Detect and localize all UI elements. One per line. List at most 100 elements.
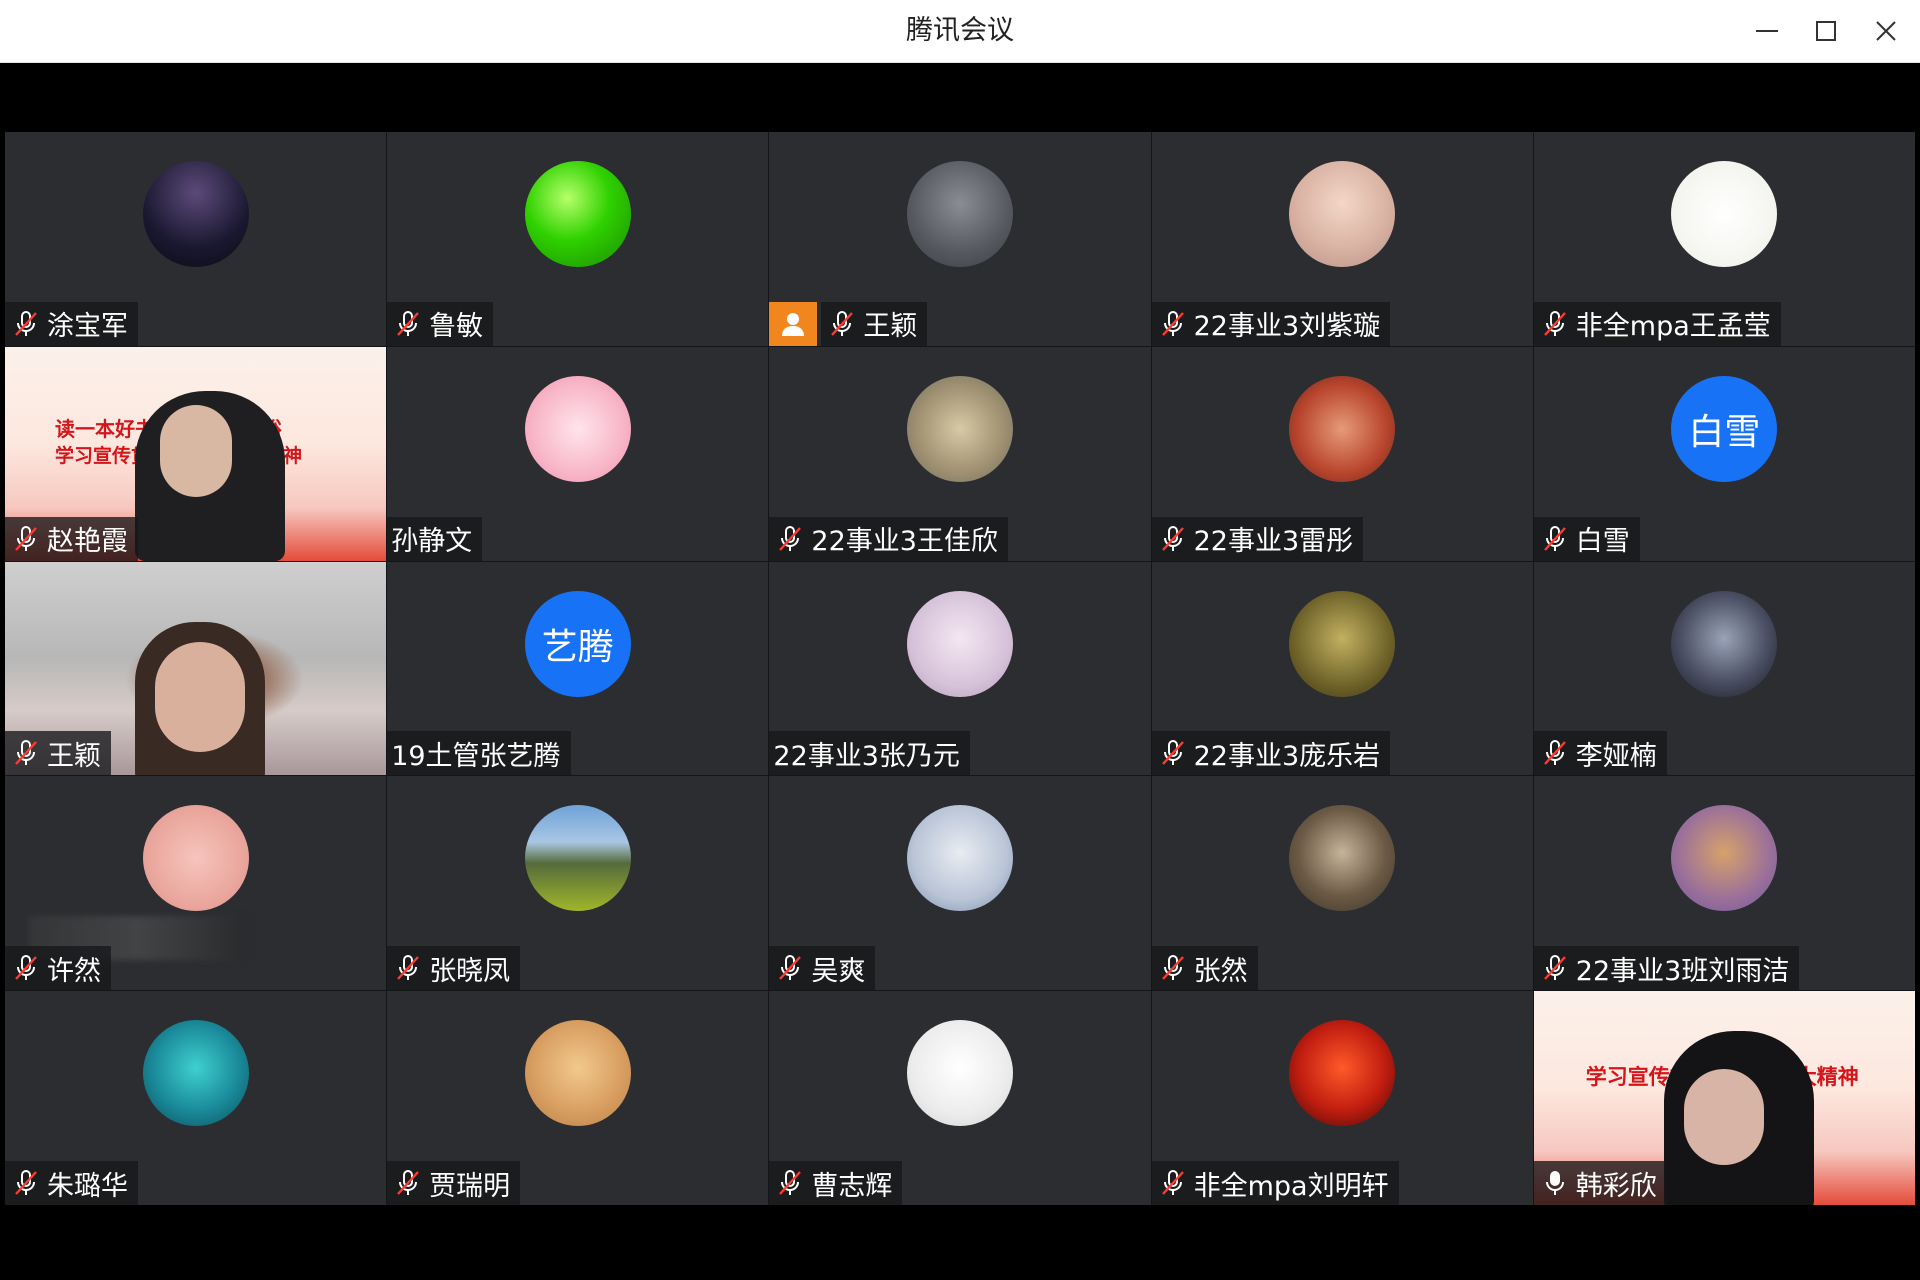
participant-name: 王颖 <box>863 311 918 343</box>
microphone-muted-icon <box>393 1168 423 1198</box>
avatar <box>1289 805 1396 912</box>
participant-tile[interactable]: 鲁敏 <box>387 132 769 346</box>
participant-nameplate: 非全mpa刘明轩 <box>1151 1161 1399 1205</box>
avatar <box>142 161 249 267</box>
participant-tile[interactable]: 白雪 白雪 <box>1533 346 1915 561</box>
participant-tile[interactable]: 学习宣传贯彻党的二十大精神韩彩欣 <box>1533 991 1915 1205</box>
participant-grid: 涂宝军鲁敏王颖22事业3刘紫璇非全mpa王孟莹读一本好书 走进共同富裕学习宣传贯… <box>5 132 1915 1205</box>
participant-name: 22事业3班刘雨洁 <box>1575 955 1790 987</box>
minimize-icon <box>1756 30 1778 32</box>
participant-tile[interactable]: 22事业3雷彤 <box>1151 346 1533 561</box>
avatar <box>1671 590 1778 697</box>
avatar <box>906 805 1013 912</box>
avatar <box>142 1020 249 1127</box>
microphone-muted-icon <box>1540 738 1570 768</box>
participant-name: 王颖 <box>47 740 101 772</box>
participant-tile[interactable]: 张然 <box>1151 776 1533 991</box>
microphone-muted-icon <box>827 309 857 339</box>
host-badge <box>769 301 818 346</box>
participant-nameplate: 张晓凤 <box>387 946 521 991</box>
participant-nameplate: 许然 <box>5 946 111 991</box>
participant-tile[interactable]: 许然 <box>5 776 387 991</box>
participant-nameplate: 鲁敏 <box>387 301 494 346</box>
participant-tile[interactable]: 读一本好书 走进共同富裕学习宣传贯彻党的二十大精神赵艳霞 <box>5 346 387 561</box>
minimize-button[interactable] <box>1747 11 1787 51</box>
participant-tile[interactable]: 王颖 <box>5 561 387 776</box>
participant-name: 22事业3庞乐岩 <box>1193 740 1381 772</box>
microphone-icon <box>1540 1168 1570 1198</box>
microphone-muted-icon <box>1540 309 1570 339</box>
participant-name: 白雪 <box>1575 526 1630 558</box>
participant-tile[interactable]: 22事业3庞乐岩 <box>1151 561 1533 776</box>
participant-nameplate: 朱璐华 <box>5 1161 138 1205</box>
participant-nameplate: 非全mpa王孟莹 <box>1533 301 1781 346</box>
participant-tile[interactable]: 22事业3张乃元 <box>769 561 1151 776</box>
participant-name: 非全mpa刘明轩 <box>1193 1170 1389 1202</box>
participant-name: 22事业3王佳欣 <box>811 526 998 558</box>
avatar <box>1289 590 1396 697</box>
participant-tile[interactable]: 王颖 <box>769 132 1151 346</box>
maximize-button[interactable] <box>1806 11 1846 51</box>
avatar <box>1289 161 1396 267</box>
participant-tile[interactable]: 艺腾 19土管张艺腾 <box>387 561 769 776</box>
microphone-muted-icon <box>1158 1168 1188 1198</box>
participant-tile[interactable]: 朱璐华 <box>5 991 387 1205</box>
participant-tile[interactable]: 贾瑞明 <box>387 991 769 1205</box>
participant-tile[interactable]: 22事业3刘紫璇 <box>1151 132 1533 346</box>
participant-name: 韩彩欣 <box>1575 1170 1657 1202</box>
participant-tile[interactable]: 非全mpa王孟莹 <box>1533 132 1915 346</box>
participant-nameplate: 22事业3张乃元 <box>769 731 970 776</box>
window-title: 腾讯会议 <box>906 15 1014 46</box>
microphone-muted-icon <box>1540 524 1570 554</box>
participant-name: 22事业3张乃元 <box>773 740 960 772</box>
avatar <box>906 375 1013 482</box>
close-button[interactable] <box>1866 11 1906 51</box>
avatar <box>1289 375 1396 482</box>
participant-tile[interactable]: 非全mpa刘明轩 <box>1151 991 1533 1205</box>
microphone-muted-icon <box>1158 738 1188 768</box>
avatar <box>1671 805 1778 912</box>
participant-name: 19土管张艺腾 <box>391 740 561 772</box>
participant-name: 曹志辉 <box>811 1170 893 1202</box>
participant-nameplate: 白雪 <box>1533 516 1640 561</box>
participant-name: 赵艳霞 <box>47 526 128 558</box>
participant-nameplate: 22事业3刘紫璇 <box>1151 301 1391 346</box>
participant-tile[interactable]: 吴爽 <box>769 776 1151 991</box>
microphone-muted-icon <box>1540 953 1570 983</box>
participant-name: 22事业3雷彤 <box>1193 526 1354 558</box>
participant-tile[interactable]: 李娅楠 <box>1533 561 1915 776</box>
participant-nameplate: 19土管张艺腾 <box>387 731 571 776</box>
microphone-muted-icon <box>1158 524 1188 554</box>
avatar <box>1289 1020 1396 1127</box>
microphone-muted-icon <box>1158 953 1188 983</box>
participant-name: 张晓凤 <box>429 955 511 987</box>
participant-name: 孙静文 <box>391 526 473 558</box>
title-bar: 腾讯会议 <box>0 0 1920 63</box>
participant-nameplate: 22事业3王佳欣 <box>769 516 1008 561</box>
participant-tile[interactable]: 22事业3班刘雨洁 <box>1533 776 1915 991</box>
avatar <box>524 1020 631 1127</box>
avatar <box>906 590 1013 697</box>
microphone-muted-icon <box>11 309 41 339</box>
microphone-muted-icon <box>11 524 41 554</box>
participant-nameplate: 22事业3班刘雨洁 <box>1533 946 1800 991</box>
person-face <box>155 641 245 752</box>
participant-tile[interactable]: 张晓凤 <box>387 776 769 991</box>
video-stage: 涂宝军鲁敏王颖22事业3刘紫璇非全mpa王孟莹读一本好书 走进共同富裕学习宣传贯… <box>5 132 1915 1205</box>
participant-nameplate: 涂宝军 <box>5 301 138 346</box>
participant-tile[interactable]: 孙静文 <box>387 346 769 561</box>
participant-nameplate: 吴爽 <box>769 946 876 991</box>
text-avatar: 艺腾 <box>524 590 631 697</box>
avatar <box>906 1020 1013 1127</box>
microphone-muted-icon <box>11 738 41 768</box>
participant-tile[interactable]: 涂宝军 <box>5 132 387 346</box>
avatar <box>906 161 1013 267</box>
participant-tile[interactable]: 22事业3王佳欣 <box>769 346 1151 561</box>
close-icon <box>1876 21 1896 41</box>
microphone-muted-icon <box>11 1168 41 1198</box>
avatar <box>524 161 631 267</box>
avatar <box>524 805 631 912</box>
participant-tile[interactable]: 曹志辉 <box>769 991 1151 1205</box>
participant-name: 鲁敏 <box>429 311 484 343</box>
microphone-muted-icon <box>1158 309 1188 339</box>
